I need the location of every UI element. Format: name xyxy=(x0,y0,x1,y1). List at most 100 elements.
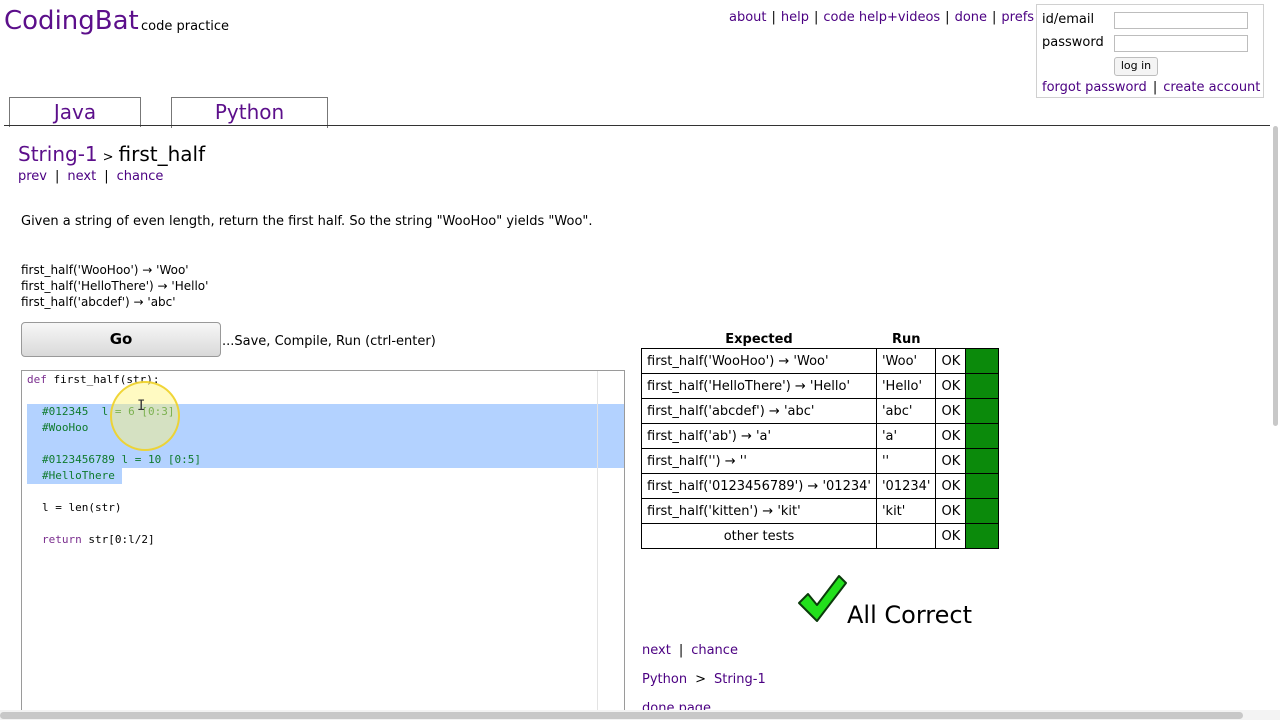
status-header xyxy=(936,330,966,349)
problem-nav-separator: | xyxy=(55,169,60,184)
next-link[interactable]: next xyxy=(67,169,96,184)
bottom-chance-link[interactable]: chance xyxy=(691,643,738,658)
status-cell: OK xyxy=(935,373,967,399)
problem-description: Given a string of even length, return th… xyxy=(21,214,593,229)
run-cell: 'abc' xyxy=(875,398,937,424)
problem-nav: prev | next | chance xyxy=(18,169,163,184)
status-cell: OK xyxy=(935,523,967,549)
status-cell: OK xyxy=(935,473,967,499)
password-input[interactable] xyxy=(1114,35,1248,52)
pass-indicator xyxy=(965,448,1000,474)
run-header: Run xyxy=(891,331,921,347)
all-correct-label: All Correct xyxy=(847,601,972,629)
expected-cell: first_half('abcdef') → 'abc' xyxy=(641,398,877,424)
keyword-def: def xyxy=(27,373,47,386)
nav-help-link[interactable]: help xyxy=(781,10,809,25)
table-row: first_half('HelloThere') → 'Hello' 'Hell… xyxy=(641,373,1000,399)
site-tagline: code practice xyxy=(141,19,230,34)
tab-python[interactable]: Python xyxy=(171,97,328,128)
go-button[interactable]: Go xyxy=(21,322,221,357)
editor-gutter xyxy=(597,371,624,711)
run-cell xyxy=(875,523,937,549)
breadcrumb-separator: > xyxy=(102,150,114,165)
pass-indicator xyxy=(965,373,1000,399)
bottom-breadcrumb-separator: > xyxy=(695,672,706,687)
code-comment: #0123456789 l = 10 [0:5] xyxy=(42,453,201,466)
table-row: first_half('kitten') → 'kit' 'kit' OK xyxy=(641,498,1000,524)
password-label: password xyxy=(1042,35,1104,50)
nav-code-help-videos-link[interactable]: code help+videos xyxy=(823,10,940,25)
code-line: return str[0:l/2] xyxy=(42,532,155,548)
status-cell: OK xyxy=(935,448,967,474)
results-table: Expected Run first_half('WooHoo') → 'Woo… xyxy=(641,330,1000,549)
site-logo[interactable]: CodingBat xyxy=(4,6,139,36)
bottom-python-link[interactable]: Python xyxy=(642,672,687,687)
expected-cell: first_half('WooHoo') → 'Woo' xyxy=(641,348,877,374)
status-cell: OK xyxy=(935,348,967,374)
bottom-breadcrumb: Python > String-1 xyxy=(642,672,766,687)
expected-cell: first_half('ab') → 'a' xyxy=(641,423,877,449)
table-row: first_half('ab') → 'a' 'a' OK xyxy=(641,423,1000,449)
nav-prefs-link[interactable]: prefs xyxy=(1001,10,1034,25)
status-cell: OK xyxy=(935,498,967,524)
nav-separator: | xyxy=(814,10,819,25)
mouse-cursor-highlight xyxy=(110,381,180,451)
expected-cell: first_half('') → '' xyxy=(641,448,877,474)
nav-done-link[interactable]: done xyxy=(955,10,987,25)
run-cell: 'Woo' xyxy=(875,348,937,374)
table-row: other tests OK xyxy=(641,523,1000,549)
run-cell: 'a' xyxy=(875,423,937,449)
chance-link[interactable]: chance xyxy=(117,169,164,184)
expected-cell: first_half('0123456789') → '01234' xyxy=(641,473,877,499)
color-header xyxy=(966,330,999,349)
run-cell: 'kit' xyxy=(875,498,937,524)
bottom-string1-link[interactable]: String-1 xyxy=(714,672,766,687)
text-cursor-icon: I xyxy=(137,398,146,414)
id-email-input[interactable] xyxy=(1114,12,1248,29)
status-cell: OK xyxy=(935,398,967,424)
table-row: first_half('abcdef') → 'abc' 'abc' OK xyxy=(641,398,1000,424)
nav-about-link[interactable]: about xyxy=(729,10,767,25)
code-text: str[0:l/2] xyxy=(81,533,155,546)
bottom-nav: next | chance xyxy=(642,643,738,658)
forgot-password-link[interactable]: forgot password xyxy=(1042,80,1147,95)
page-title: first_half xyxy=(118,142,206,166)
links-separator: | xyxy=(1152,80,1158,95)
bottom-nav-separator: | xyxy=(678,643,684,658)
examples: first_half('WooHoo') → 'Woo' first_half(… xyxy=(21,262,208,310)
horizontal-scrollbar-thumb[interactable] xyxy=(0,712,1243,719)
expected-cell: other tests xyxy=(641,523,877,549)
bottom-next-link[interactable]: next xyxy=(642,643,671,658)
breadcrumb: String-1 > first_half xyxy=(18,142,205,166)
nav-separator: | xyxy=(771,10,776,25)
pass-indicator xyxy=(965,348,1000,374)
tab-java[interactable]: Java xyxy=(9,97,141,127)
breadcrumb-section-link[interactable]: String-1 xyxy=(18,142,98,166)
code-comment: #HelloThere xyxy=(42,469,115,482)
example-line: first_half('HelloThere') → 'Hello' xyxy=(21,279,209,293)
expected-header: Expected xyxy=(725,331,793,347)
nav-separator: | xyxy=(945,10,950,25)
login-button[interactable]: log in xyxy=(1114,57,1158,76)
keyword-return: return xyxy=(42,533,82,546)
prev-link[interactable]: prev xyxy=(18,169,47,184)
code-comment: #WooHoo xyxy=(42,421,89,434)
account-links: forgot password | create account xyxy=(1042,80,1260,95)
login-box: id/email password log in forgot password… xyxy=(1036,4,1264,98)
checkmark-icon xyxy=(798,575,847,622)
tab-bar-divider xyxy=(4,125,1270,126)
top-nav: about | help | code help+videos | done | prefs xyxy=(729,10,1034,25)
nav-separator: | xyxy=(992,10,997,25)
pass-indicator xyxy=(965,423,1000,449)
expected-cell: first_half('HelloThere') → 'Hello' xyxy=(641,373,877,399)
problem-nav-separator: | xyxy=(104,169,109,184)
status-cell: OK xyxy=(935,423,967,449)
create-account-link[interactable]: create account xyxy=(1163,80,1260,95)
table-row: first_half('') → '' '' OK xyxy=(641,448,1000,474)
results-header-row: Expected Run xyxy=(642,330,999,349)
pass-indicator xyxy=(965,473,1000,499)
table-row: first_half('WooHoo') → 'Woo' 'Woo' OK xyxy=(641,348,1000,374)
pass-indicator xyxy=(965,523,1000,549)
pass-indicator xyxy=(965,398,1000,424)
vertical-scrollbar-thumb[interactable] xyxy=(1273,126,1278,426)
